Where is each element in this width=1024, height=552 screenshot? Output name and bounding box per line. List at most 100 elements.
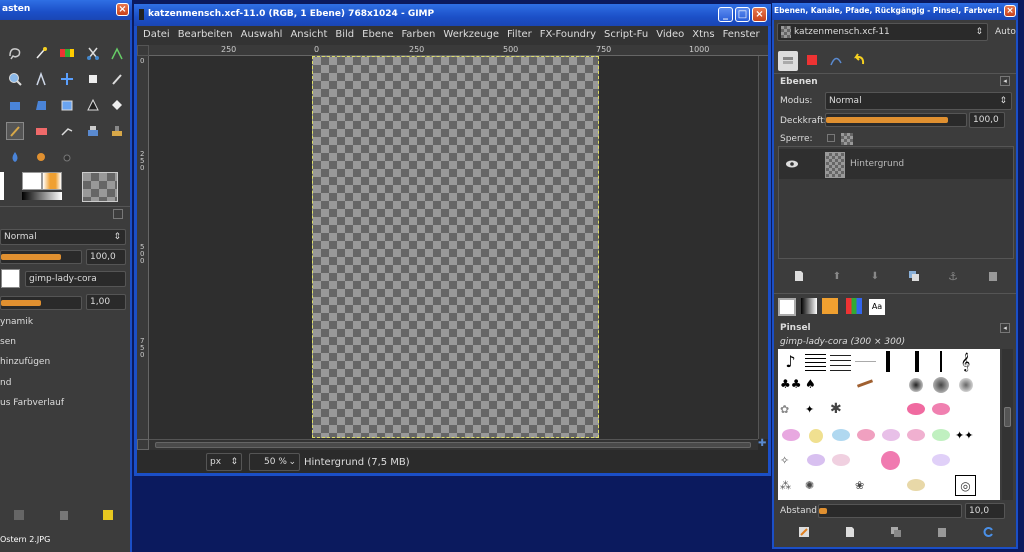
close-button[interactable]: ×: [752, 7, 767, 22]
palettes-tab-icon[interactable]: [846, 298, 862, 314]
menu-bearbeiten[interactable]: Bearbeiten: [178, 29, 233, 40]
lower-layer-icon[interactable]: ⬇: [866, 267, 884, 285]
menu-fx-foundry[interactable]: FX-Foundry: [540, 29, 596, 40]
gradient-bar[interactable]: [22, 192, 62, 200]
brush-item[interactable]: [880, 351, 901, 372]
scissors-select-icon[interactable]: [84, 44, 102, 62]
vertical-ruler[interactable]: 0 2 5 0 5 0 0 7 5 0: [137, 56, 149, 439]
option-dynamics[interactable]: ynamik: [0, 317, 33, 327]
edit-brush-icon[interactable]: [795, 523, 813, 541]
brush-item[interactable]: ✦: [805, 399, 826, 420]
reset-options-icon[interactable]: [99, 506, 117, 524]
brush-item[interactable]: [905, 425, 926, 446]
option-gradient[interactable]: us Farbverlauf: [0, 398, 64, 408]
new-layer-icon[interactable]: [790, 267, 808, 285]
refresh-brushes-icon[interactable]: [979, 523, 997, 541]
brush-item[interactable]: ⁂: [780, 475, 801, 496]
blur-tool-icon[interactable]: [6, 148, 24, 166]
brush-item[interactable]: ✱: [830, 399, 851, 420]
delete-layer-icon[interactable]: [984, 267, 1002, 285]
brush-item[interactable]: [930, 374, 951, 395]
menu-bild[interactable]: Bild: [335, 29, 354, 40]
zoom-select[interactable]: 50 % ⌄: [249, 453, 300, 471]
brush-thumbnail[interactable]: [1, 269, 20, 288]
menu-filter[interactable]: Filter: [507, 29, 532, 40]
opacity-slider[interactable]: [0, 250, 82, 264]
brush-item[interactable]: [905, 351, 926, 372]
toolbox-close-button[interactable]: ×: [116, 3, 129, 16]
brush-item[interactable]: ♠: [805, 374, 826, 395]
vertical-scrollbar[interactable]: [758, 56, 768, 439]
brush-item[interactable]: [805, 351, 826, 372]
new-brush-icon[interactable]: [841, 523, 859, 541]
ruler-corner[interactable]: [137, 45, 149, 56]
perspective-tool-icon[interactable]: [84, 96, 102, 114]
brush-item[interactable]: [780, 425, 801, 446]
brush-item[interactable]: ✺: [805, 475, 826, 496]
image-canvas[interactable]: [312, 56, 599, 438]
menu-fenster[interactable]: Fenster: [723, 29, 760, 40]
eye-icon[interactable]: [783, 155, 801, 173]
smudge-tool-icon[interactable]: [32, 148, 50, 166]
taskbar-item[interactable]: Ostern 2.JPG: [0, 535, 50, 544]
auto-button[interactable]: Auto: [995, 27, 1016, 37]
menu-xtns[interactable]: Xtns: [692, 29, 714, 40]
menu-ansicht[interactable]: Ansicht: [290, 29, 327, 40]
brush-item[interactable]: [805, 450, 826, 471]
minimize-button[interactable]: _: [718, 7, 733, 22]
menu-script-fu[interactable]: Script-Fu: [604, 29, 648, 40]
undo-tab-icon[interactable]: [850, 51, 868, 69]
zoom-tool-icon[interactable]: [6, 70, 24, 88]
brush-item[interactable]: ✧: [780, 450, 801, 471]
layer-row[interactable]: Hintergrund: [779, 149, 1013, 179]
airbrush-tool-icon[interactable]: [58, 122, 76, 140]
eraser-tool-icon[interactable]: [32, 122, 50, 140]
layer-opacity-input[interactable]: 100,0: [969, 112, 1005, 128]
brush-item[interactable]: [830, 425, 851, 446]
layers-tab-icon[interactable]: [778, 51, 798, 71]
fuzzy-select-icon[interactable]: [32, 44, 50, 62]
brush-item-selected[interactable]: ◎: [955, 475, 976, 496]
measure-icon[interactable]: [32, 70, 50, 88]
horizontal-scrollbar[interactable]: [149, 439, 758, 450]
paths-tab-icon[interactable]: [827, 51, 845, 69]
menu-farben[interactable]: Farben: [401, 29, 435, 40]
duplicate-layer-icon[interactable]: [905, 267, 923, 285]
brush-item[interactable]: [955, 374, 976, 395]
align-tool-icon[interactable]: [84, 70, 102, 88]
foreground-background-colors[interactable]: [0, 172, 4, 200]
menu-datei[interactable]: Datei: [143, 29, 170, 40]
brush-item[interactable]: ❀: [855, 475, 876, 496]
mode-select[interactable]: Normal ⇕: [0, 229, 126, 245]
brush-item[interactable]: [930, 399, 951, 420]
brush-item[interactable]: [905, 399, 926, 420]
menu-ebene[interactable]: Ebene: [362, 29, 393, 40]
brush-item[interactable]: [930, 351, 951, 372]
select-by-color-icon[interactable]: [58, 44, 76, 62]
menu-auswahl[interactable]: Auswahl: [241, 29, 283, 40]
layer-name[interactable]: Hintergrund: [850, 159, 904, 169]
spacing-input[interactable]: 10,0: [965, 503, 1005, 519]
shear-tool-icon[interactable]: [58, 96, 76, 114]
config-icon[interactable]: [113, 209, 123, 219]
spacing-slider[interactable]: [818, 504, 962, 518]
brushes-tab-icon[interactable]: [778, 298, 796, 316]
opacity-input[interactable]: 100,0: [86, 249, 126, 265]
brush-item[interactable]: [805, 425, 826, 446]
option-fade[interactable]: sen: [0, 337, 16, 347]
pattern-preview[interactable]: [82, 172, 118, 202]
brush-item[interactable]: [855, 374, 876, 395]
size-slider[interactable]: [0, 296, 82, 310]
brush-item[interactable]: [930, 450, 951, 471]
panel-menu-icon[interactable]: ◂: [1000, 76, 1010, 86]
duplicate-brush-icon[interactable]: [887, 523, 905, 541]
fonts-tab-icon[interactable]: Aa: [869, 299, 885, 315]
delete-options-icon[interactable]: [55, 506, 73, 524]
brush-item[interactable]: [855, 351, 876, 372]
foreground-select-icon[interactable]: [108, 44, 126, 62]
maximize-button[interactable]: □: [735, 7, 750, 22]
move-tool-icon[interactable]: [58, 70, 76, 88]
brush-item[interactable]: [855, 425, 876, 446]
brush-item[interactable]: ✿: [780, 399, 801, 420]
brush-item[interactable]: [880, 425, 901, 446]
